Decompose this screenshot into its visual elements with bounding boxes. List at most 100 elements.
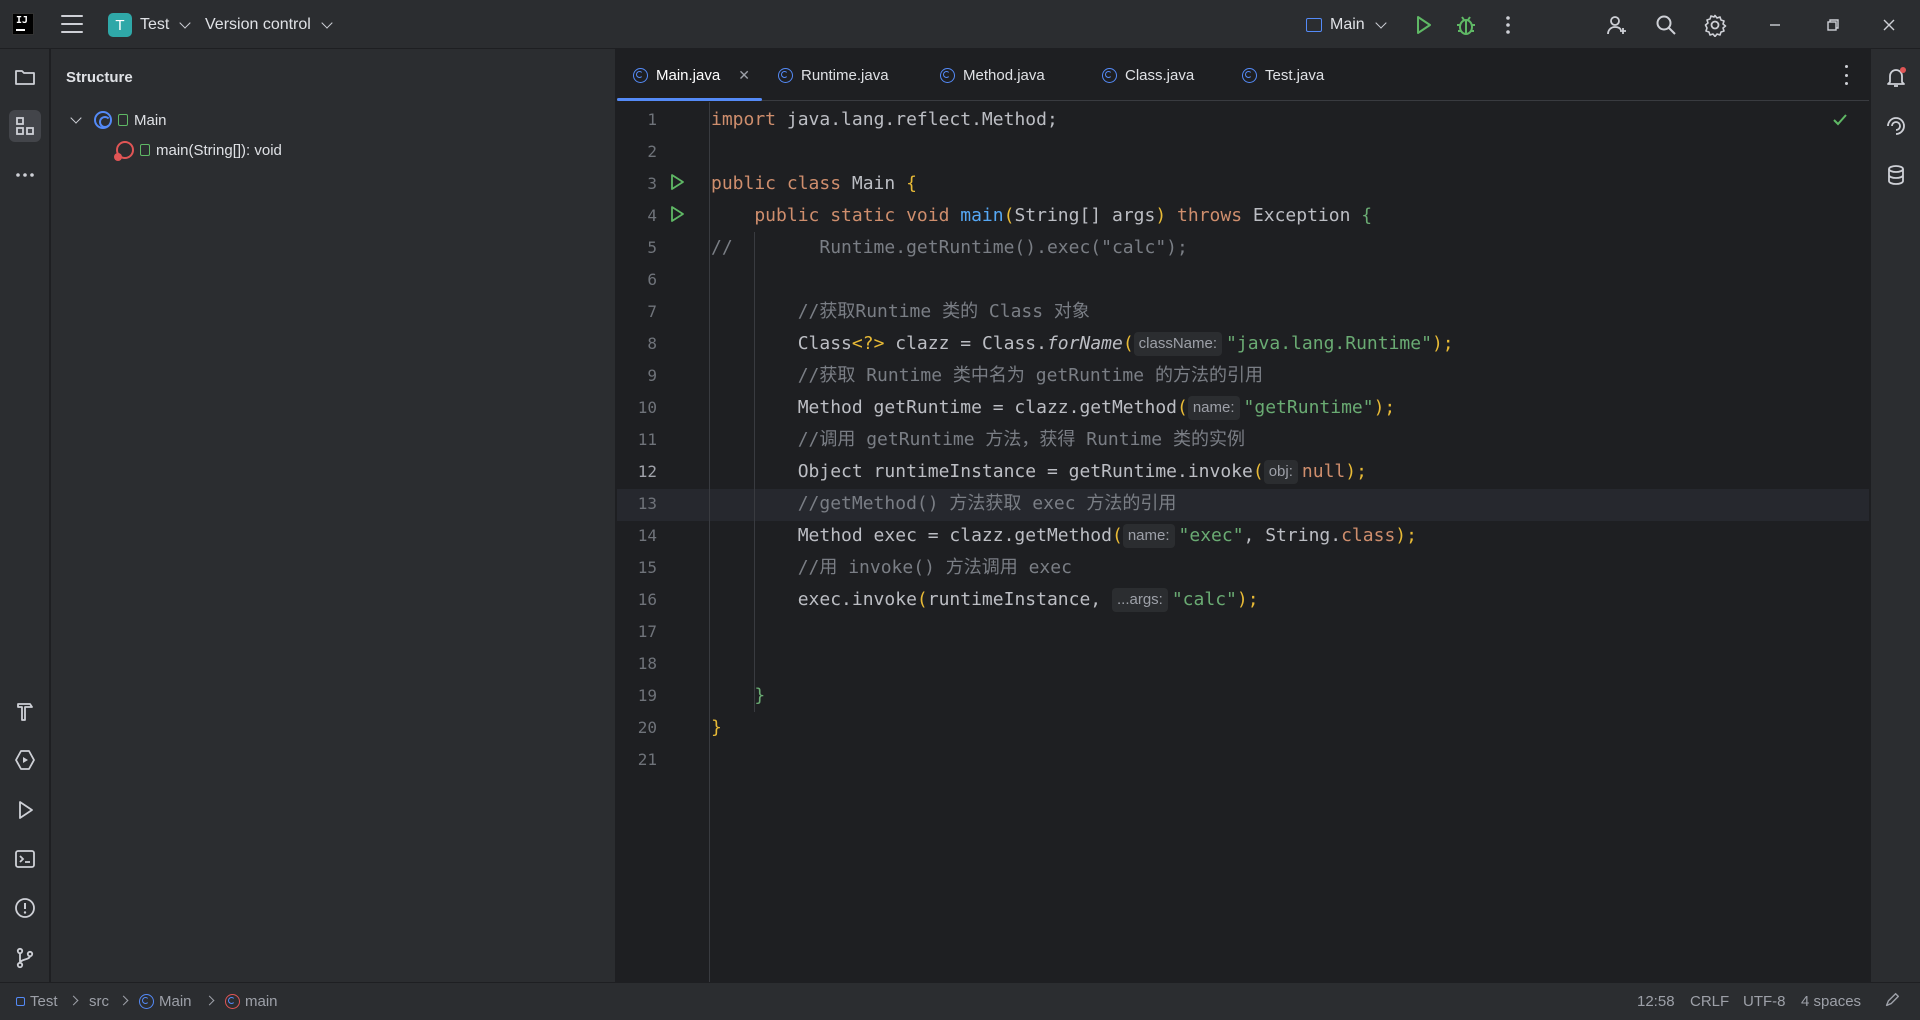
java-class-icon: [139, 994, 154, 1009]
build-hammer-icon[interactable]: [9, 695, 41, 727]
run-icon[interactable]: [1410, 12, 1436, 38]
version-control-menu[interactable]: Version control: [205, 12, 333, 38]
app-logo-icon[interactable]: IJ: [12, 13, 34, 35]
line-number: 7: [647, 302, 657, 321]
line-number: 6: [647, 270, 657, 289]
more-icon[interactable]: [1495, 12, 1521, 38]
breadcrumb-label: Main: [159, 993, 192, 1010]
chevron-down-icon: [321, 16, 333, 29]
line-number: 18: [637, 654, 657, 673]
breadcrumb-class[interactable]: Main: [139, 993, 192, 1010]
param-hint: className:: [1133, 332, 1223, 356]
git-branch-icon[interactable]: [9, 942, 41, 974]
terminal-icon[interactable]: [9, 843, 41, 875]
ai-assistant-icon[interactable]: [1880, 110, 1912, 142]
tab-label: Class.java: [1125, 66, 1195, 84]
breadcrumb-project[interactable]: Test: [16, 993, 58, 1010]
code-line: //获取 Runtime 类中名为 getRuntime 的方法的引用: [711, 365, 1263, 386]
line-number: 20: [637, 718, 657, 737]
run-tool-icon[interactable]: [9, 794, 41, 826]
line-number: 8: [647, 334, 657, 353]
method-icon: [225, 994, 240, 1009]
run-gutter-icon[interactable]: [667, 204, 687, 224]
breadcrumb-src[interactable]: src: [89, 993, 109, 1010]
tab-runtime-java[interactable]: Runtime.java: [762, 49, 924, 101]
notifications-bell-icon[interactable]: [1880, 61, 1912, 93]
minimize-icon[interactable]: [1762, 12, 1788, 38]
settings-gear-icon[interactable]: [1702, 12, 1728, 38]
structure-panel: Structure Main main(String[]): void: [51, 49, 616, 982]
breadcrumb-method[interactable]: main: [225, 993, 278, 1010]
tab-class-java[interactable]: Class.java: [1086, 49, 1226, 101]
tree-node-main-class[interactable]: Main: [70, 108, 167, 132]
code-line: }: [711, 717, 722, 738]
indent-setting[interactable]: 4 spaces: [1801, 993, 1861, 1010]
file-encoding[interactable]: UTF-8: [1743, 993, 1786, 1010]
code-line-current: Object runtimeInstance = getRuntime.invo…: [711, 460, 1367, 484]
restore-icon[interactable]: [1820, 12, 1846, 38]
java-class-icon: [778, 67, 793, 83]
structure-tool-icon[interactable]: [9, 110, 41, 142]
database-icon[interactable]: [1880, 159, 1912, 191]
tree-node-main-method[interactable]: main(String[]): void: [114, 138, 282, 162]
search-icon[interactable]: [1653, 12, 1679, 38]
code-content[interactable]: import java.lang.reflect.Method; public …: [711, 102, 1869, 982]
breadcrumb-label: Test: [30, 993, 58, 1010]
code-line: Class<?> clazz = Class.forName(className…: [711, 332, 1454, 356]
right-tool-strip: [1870, 49, 1920, 982]
breadcrumb-label: main: [245, 993, 278, 1010]
code-line: //getMethod() 方法获取 exec 方法的引用: [711, 493, 1177, 514]
tabs-more-icon[interactable]: [1843, 65, 1849, 85]
java-class-icon: [940, 67, 955, 83]
editor-area: Main.java ✕ Runtime.java Method.java Cla…: [617, 49, 1869, 982]
code-line: public static void main(String[] args) t…: [711, 205, 1373, 226]
line-number: 11: [637, 430, 657, 449]
title-bar: IJ T Test Version control Main: [0, 0, 1920, 49]
line-separator[interactable]: CRLF: [1690, 993, 1729, 1010]
java-class-icon: [633, 67, 648, 83]
tab-label: Runtime.java: [801, 66, 889, 84]
line-number: 2: [647, 142, 657, 161]
more-tools-icon[interactable]: [9, 159, 41, 191]
tab-label: Test.java: [1265, 66, 1325, 84]
line-number: 10: [637, 398, 657, 417]
left-tool-strip: [0, 49, 50, 982]
project-name: Test: [140, 16, 170, 33]
line-number: 3: [647, 174, 657, 193]
tab-main-java[interactable]: Main.java ✕: [617, 49, 762, 101]
line-number: 5: [647, 238, 657, 257]
param-hint: name:: [1187, 396, 1240, 420]
project-selector[interactable]: T Test: [108, 12, 192, 38]
caret-position[interactable]: 12:58: [1637, 993, 1675, 1010]
problems-icon[interactable]: [9, 892, 41, 924]
run-config-selector[interactable]: Main: [1306, 12, 1387, 38]
read-only-toggle-icon[interactable]: [1883, 991, 1901, 1013]
java-class-icon: [1102, 67, 1117, 83]
code-line: }: [711, 685, 766, 706]
close-tab-icon[interactable]: ✕: [738, 67, 750, 84]
code-line: import java.lang.reflect.Method;: [711, 109, 1058, 130]
debug-icon[interactable]: [1453, 12, 1479, 38]
tab-test-java[interactable]: Test.java: [1226, 49, 1366, 101]
services-icon[interactable]: [9, 744, 41, 776]
project-folder-icon[interactable]: [9, 61, 41, 93]
code-line: Method exec = clazz.getMethod(name: "exec…: [711, 524, 1417, 548]
code-line: //调用 getRuntime 方法，获得 Runtime 类的实例: [711, 429, 1245, 450]
chevron-down-icon[interactable]: [70, 111, 82, 124]
hamburger-menu-icon[interactable]: [61, 15, 83, 33]
line-number: 19: [637, 686, 657, 705]
close-icon[interactable]: [1876, 12, 1902, 38]
breadcrumb-label: src: [89, 993, 109, 1010]
param-hint: name:: [1122, 524, 1175, 548]
java-class-icon: [1242, 67, 1257, 83]
code-line: //用 invoke() 方法调用 exec: [711, 557, 1072, 578]
tab-method-java[interactable]: Method.java: [924, 49, 1086, 101]
run-gutter-icon[interactable]: [667, 172, 687, 192]
run-config-label: Main: [1330, 16, 1365, 33]
public-access-icon: [118, 114, 128, 126]
editor-tabs: Main.java ✕ Runtime.java Method.java Cla…: [617, 49, 1869, 101]
line-number: 16: [637, 590, 657, 609]
module-icon: [16, 997, 25, 1006]
add-user-icon[interactable]: [1604, 12, 1630, 38]
code-line: public class Main {: [711, 173, 917, 194]
